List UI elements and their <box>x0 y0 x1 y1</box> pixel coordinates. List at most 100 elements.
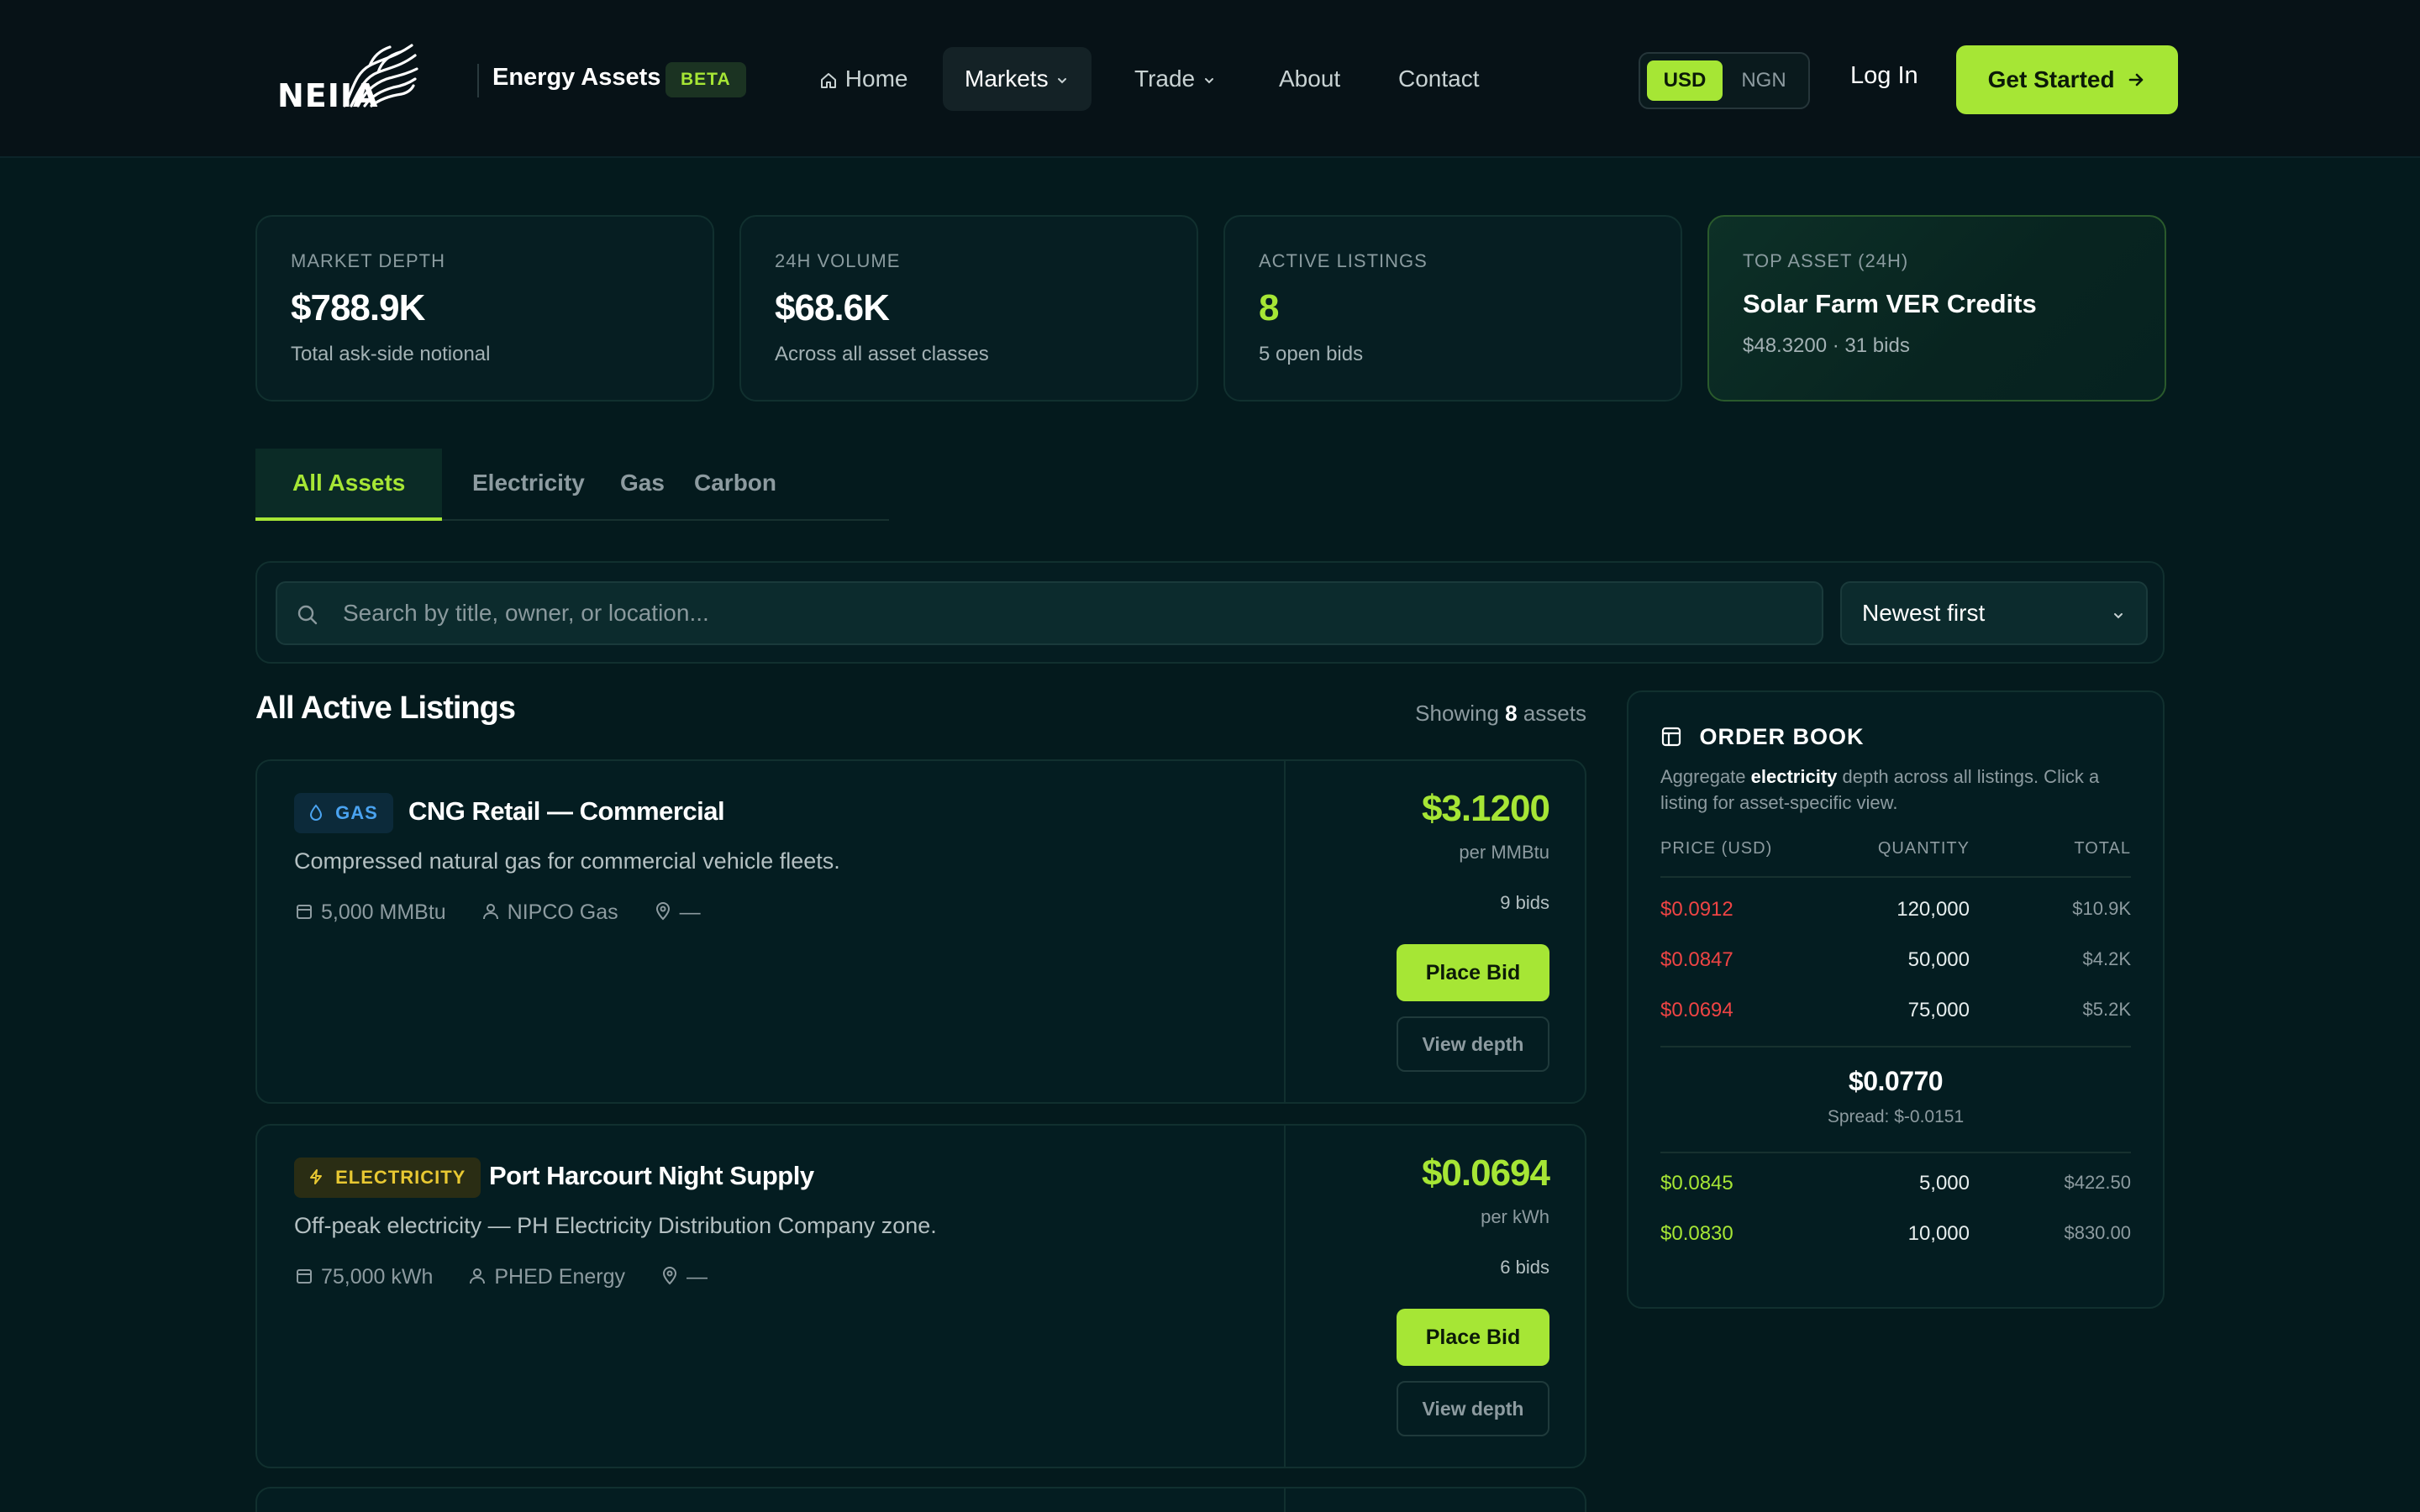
listing-location: — <box>653 900 701 925</box>
stat-card-top-asset[interactable]: TOP ASSET (24H) Solar Farm VER Credits $… <box>1707 215 2166 402</box>
currency-usd-option[interactable]: USD <box>1647 60 1723 101</box>
listing-card[interactable]: GAS CNG Retail — Commercial Compressed n… <box>255 759 1586 1104</box>
listing-owner-value: PHED Energy <box>494 1265 625 1289</box>
view-depth-button[interactable]: View depth <box>1397 1381 1549 1436</box>
listing-location-value: — <box>679 900 701 924</box>
stat-sub: $48.3200 · 31 bids <box>1743 334 1910 357</box>
place-bid-button[interactable]: Place Bid <box>1397 1309 1549 1366</box>
map-pin-icon <box>655 902 670 921</box>
listing-description: Off-peak electricity — PH Electricity Di… <box>294 1213 937 1238</box>
nav-home[interactable]: Home <box>797 47 929 111</box>
search-icon <box>297 605 318 625</box>
listing-quantity-value: 5,000 MMBtu <box>321 900 446 924</box>
brand-name[interactable]: Energy Assets <box>492 64 660 92</box>
bid-total: $422.50 <box>2064 1172 2131 1193</box>
chevron-down-icon <box>2114 613 2123 619</box>
nav-trade-label: Trade <box>1134 66 1196 92</box>
home-icon <box>821 72 836 88</box>
ask-price: $0.0847 <box>1660 948 1733 971</box>
calendar-icon <box>297 905 312 920</box>
asset-badge-electricity: ELECTRICITY <box>294 1158 481 1198</box>
listing-quantity-value: 75,000 kWh <box>321 1265 434 1289</box>
col-price: PRICE (USD) <box>1660 839 1773 858</box>
section-title: All Active Listings <box>255 690 516 726</box>
listing-meta: 5,000 MMBtu NIPCO Gas — <box>294 900 729 925</box>
order-book-asks: $0.0912 120,000 $10.9K $0.0847 50,000 $4… <box>1660 886 2131 1037</box>
bid-price: $0.0845 <box>1660 1172 1733 1194</box>
ask-total: $10.9K <box>2072 898 2131 919</box>
user-icon <box>470 1268 486 1284</box>
neiia-logo[interactable]: NEIIA <box>277 40 420 116</box>
listing-meta: 75,000 kWh PHED Energy — <box>294 1265 736 1289</box>
ask-row[interactable]: $0.0694 75,000 $5.2K <box>1660 987 2131 1037</box>
listing-description: Compressed natural gas for commercial ve… <box>294 848 840 874</box>
listing-location: — <box>660 1265 708 1289</box>
asset-badge-label: ELECTRICITY <box>335 1167 466 1188</box>
search-input[interactable] <box>343 583 1805 643</box>
ask-quantity: 50,000 <box>1907 948 1970 971</box>
bid-row[interactable]: $0.0845 5,000 $422.50 <box>1660 1160 2131 1210</box>
listing-title[interactable]: CNG Retail — Commercial <box>408 796 725 827</box>
order-book-mid: $0.0770 Spread: $-0.0151 <box>1660 1046 2131 1153</box>
bid-quantity: 5,000 <box>1918 1172 1970 1194</box>
stat-sub: Total ask-side notional <box>291 343 491 365</box>
listing-owner-value: NIPCO Gas <box>507 900 618 924</box>
login-link[interactable]: Log In <box>1850 62 1918 90</box>
col-total: TOTAL <box>2074 839 2131 858</box>
tab-carbon[interactable]: Carbon <box>657 449 813 521</box>
listing-price: $3.1200 <box>1421 788 1550 829</box>
bid-row[interactable]: $0.0830 10,000 $830.00 <box>1660 1210 2131 1261</box>
currency-ngn-option[interactable]: NGN <box>1726 60 1802 101</box>
ob-desc-asset: electricity <box>1750 766 1838 787</box>
order-book-panel: ORDER BOOK Aggregate electricity depth a… <box>1627 690 2165 1309</box>
nav-contact[interactable]: Contact <box>1376 47 1502 111</box>
ob-desc-prefix: Aggregate <box>1660 766 1746 787</box>
nav-markets[interactable]: Markets <box>943 47 1092 111</box>
listing-card[interactable]: ELECTRICITY Port Harcourt Night Supply O… <box>255 1124 1586 1468</box>
ask-row[interactable]: $0.0847 50,000 $4.2K <box>1660 937 2131 987</box>
search-box <box>276 581 1823 645</box>
showing-count: Showing 8 assets <box>1415 701 1586 727</box>
nav-about-label: About <box>1279 66 1341 92</box>
nav-about[interactable]: About <box>1257 47 1362 111</box>
nav-trade[interactable]: Trade <box>1113 47 1239 111</box>
chevron-down-icon <box>1058 77 1067 84</box>
nav-home-label: Home <box>844 66 908 92</box>
order-book-columns: PRICE (USD) QUANTITY TOTAL <box>1660 839 2131 878</box>
ask-price: $0.0694 <box>1660 999 1733 1021</box>
tab-all-assets[interactable]: All Assets <box>255 449 443 521</box>
listing-owner: NIPCO Gas <box>481 900 618 925</box>
listing-unit: per kWh <box>1481 1206 1549 1227</box>
arrow-right-icon <box>2129 73 2144 86</box>
listing-title[interactable]: Port Harcourt Night Supply <box>489 1161 814 1191</box>
place-bid-button[interactable]: Place Bid <box>1397 944 1549 1001</box>
ask-total: $5.2K <box>2082 999 2132 1020</box>
get-started-button[interactable]: Get Started <box>1956 45 2178 114</box>
ask-row[interactable]: $0.0912 120,000 $10.9K <box>1660 886 2131 937</box>
listing-card[interactable] <box>255 1487 1586 1512</box>
stat-value: $788.9K <box>291 287 425 328</box>
stat-sub: Across all asset classes <box>775 343 989 365</box>
view-depth-button[interactable]: View depth <box>1397 1016 1549 1072</box>
sort-select[interactable]: Newest first <box>1840 581 2148 645</box>
bid-price: $0.0830 <box>1660 1222 1733 1245</box>
showing-suffix: assets <box>1523 701 1586 726</box>
calendar-icon <box>297 1269 312 1284</box>
ask-price: $0.0912 <box>1660 898 1733 921</box>
user-icon <box>482 904 498 920</box>
top-nav-bar: NEIIA Energy Assets BETA Home Markets Tr… <box>0 0 2420 158</box>
listing-bid-count: 9 bids <box>1500 892 1549 913</box>
sort-select-value: Newest first <box>1862 600 1986 626</box>
stat-value: $68.6K <box>775 287 890 328</box>
stat-label: ACTIVE LISTINGS <box>1259 250 1428 271</box>
stat-card-24h-volume: 24H VOLUME $68.6K Across all asset class… <box>739 215 1198 402</box>
ask-quantity: 120,000 <box>1897 898 1970 921</box>
listing-price-panel: $3.1200 per MMBtu 9 bids Place Bid View … <box>1284 761 1586 1102</box>
listing-bid-count: 6 bids <box>1500 1257 1549 1278</box>
order-book-title: ORDER BOOK <box>1699 724 1865 749</box>
beta-badge: BETA <box>666 62 746 97</box>
lightning-icon <box>310 1169 322 1185</box>
nav-contact-label: Contact <box>1398 66 1480 92</box>
spread: Spread: $-0.0151 <box>1827 1107 1965 1126</box>
currency-toggle: USD NGN <box>1639 52 1810 109</box>
